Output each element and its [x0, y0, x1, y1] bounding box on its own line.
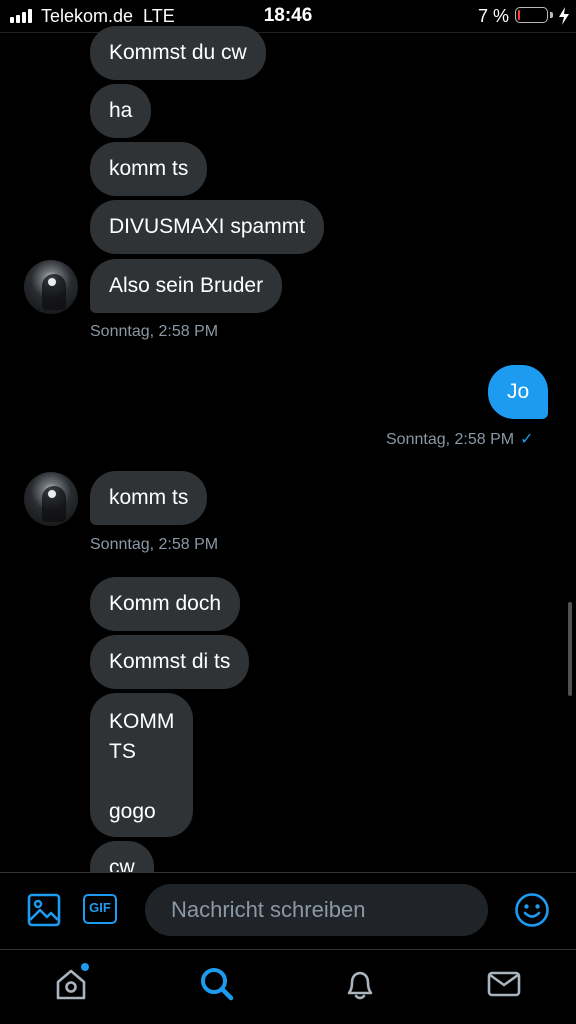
message-bubble[interactable]: Kommst du cw — [90, 26, 266, 80]
image-icon[interactable] — [27, 893, 61, 927]
tab-search[interactable] — [197, 964, 237, 1004]
read-check-icon: ✓ — [520, 431, 534, 448]
search-icon — [201, 968, 234, 1001]
notification-dot — [81, 963, 89, 971]
smiley-icon[interactable] — [514, 892, 550, 928]
message-timestamp: Sonntag, 2:58 PM — [90, 323, 219, 340]
message-bubble[interactable]: komm ts — [90, 142, 208, 196]
bell-icon — [347, 971, 373, 1000]
message-bubble[interactable]: Komm doch — [90, 577, 241, 631]
message-input[interactable] — [145, 884, 488, 936]
message-bubble[interactable]: DIVUSMAXI spammt — [90, 200, 325, 254]
message-bubble-outgoing[interactable]: Jo — [488, 365, 549, 419]
gif-button[interactable]: GIF — [83, 893, 119, 927]
message-bubble[interactable]: Also sein Bruder — [90, 259, 283, 313]
battery-level — [518, 10, 520, 20]
divider — [0, 32, 576, 33]
message-bubble[interactable]: Kommst di ts — [90, 635, 250, 689]
scrollbar[interactable] — [568, 602, 572, 696]
message-timestamp: Sonntag, 2:58 PM — [90, 536, 219, 553]
message-bubble[interactable]: KOMM TS gogo — [90, 693, 194, 837]
mail-icon — [487, 971, 521, 997]
timestamp-text: Sonntag, 2:58 PM — [386, 431, 515, 448]
tab-messages[interactable] — [484, 964, 524, 1004]
gif-label: GIF — [89, 900, 111, 915]
sender-avatar[interactable] — [24, 472, 78, 526]
sender-avatar[interactable] — [24, 260, 78, 314]
message-timestamp: Sonntag, 2:58 PM ✓ — [386, 429, 534, 449]
tab-notifications[interactable] — [340, 964, 380, 1004]
battery-nub — [550, 12, 553, 18]
battery-percent: 7 % — [478, 6, 510, 26]
message-bubble[interactable]: komm ts — [90, 471, 208, 525]
status-bar: Telekom.de LTE 18:46 7 % — [0, 0, 576, 32]
charging-bolt-icon — [559, 7, 569, 25]
message-bubble[interactable]: ha — [90, 84, 152, 138]
